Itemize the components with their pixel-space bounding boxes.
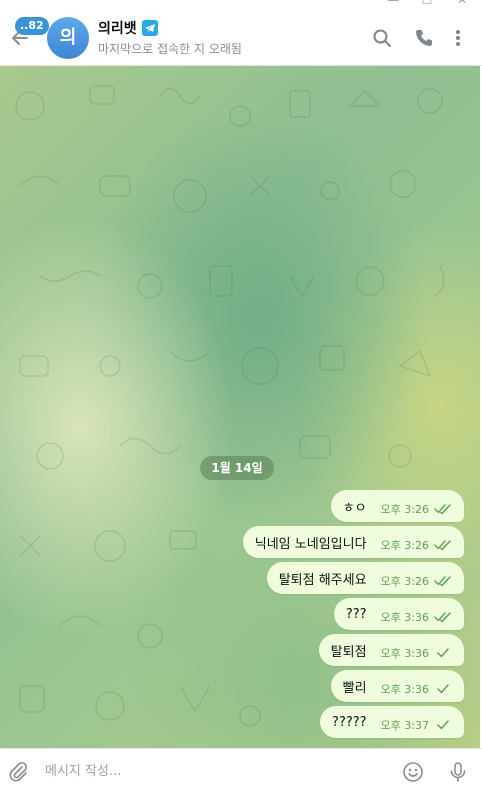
double-check-icon <box>434 540 451 551</box>
message-time: 오후 3:36 <box>380 611 429 624</box>
single-check-icon <box>437 684 449 694</box>
telegram-icon <box>141 20 158 36</box>
close-button[interactable]: ✕ <box>455 0 469 7</box>
last-seen-status: 마지막으로 접속한 지 오래됨 <box>98 42 242 56</box>
message-text: 탈퇴점 해주세요 <box>278 572 367 588</box>
message-bubble[interactable]: ????? 오후 3:37 <box>320 706 464 738</box>
date-separator: 1월 14일 <box>200 456 274 480</box>
double-check-icon <box>434 576 451 587</box>
message-composer <box>0 748 482 792</box>
more-vertical-icon[interactable] <box>448 28 468 48</box>
message-bubble[interactable]: 탈퇴점 오후 3:36 <box>318 634 464 666</box>
message-bubble[interactable]: 닉네임 노네임입니다 오후 3:26 <box>242 526 464 558</box>
phone-icon[interactable] <box>414 28 434 48</box>
double-check-icon <box>434 612 451 623</box>
message-time: 오후 3:36 <box>380 683 429 696</box>
message-meta: 오후 3:26 <box>381 567 452 589</box>
double-check-icon <box>434 504 451 515</box>
emoji-icon[interactable] <box>402 761 424 783</box>
message-time: 오후 3:26 <box>380 503 429 516</box>
search-icon[interactable] <box>372 28 392 48</box>
single-check-icon <box>437 648 449 658</box>
message-meta: 오후 3:36 <box>381 639 452 661</box>
message-meta: 오후 3:36 <box>381 603 452 625</box>
paperclip-icon[interactable] <box>7 761 29 783</box>
message-bubble[interactable]: ??? 오후 3:36 <box>333 598 464 630</box>
single-check-icon <box>437 720 449 730</box>
window-titlebar: — ☐ ✕ <box>0 0 482 10</box>
unread-count-badge: ..82 <box>15 17 49 35</box>
message-text: ????? <box>332 714 367 730</box>
chat-header: ..82 의 의리뱃 마지막으로 접속한 지 오래됨 <box>0 10 482 66</box>
message-text: 빨리 <box>342 680 367 696</box>
message-text: ㅎㅇ <box>342 500 367 516</box>
message-text: ??? <box>345 606 367 622</box>
message-bubble[interactable]: 탈퇴점 해주세요 오후 3:26 <box>266 562 464 594</box>
chat-title: 의리뱃 <box>98 21 137 37</box>
message-meta: 오후 3:26 <box>381 495 452 517</box>
message-input[interactable] <box>45 760 385 782</box>
message-time: 오후 3:37 <box>380 719 429 732</box>
message-text: 탈퇴점 <box>330 644 367 660</box>
message-time: 오후 3:26 <box>380 575 429 588</box>
chat-title-row[interactable]: 의리뱃 <box>98 18 158 38</box>
message-time: 오후 3:26 <box>380 539 429 552</box>
message-bubble[interactable]: ㅎㅇ 오후 3:26 <box>330 490 464 522</box>
message-time: 오후 3:36 <box>380 647 429 660</box>
message-meta: 오후 3:37 <box>381 711 452 733</box>
microphone-icon[interactable] <box>447 761 469 783</box>
message-bubble[interactable]: 빨리 오후 3:36 <box>330 670 464 702</box>
message-meta: 오후 3:26 <box>381 531 452 553</box>
minimize-button[interactable]: — <box>386 0 400 7</box>
message-meta: 오후 3:36 <box>381 675 452 697</box>
avatar[interactable]: 의 <box>47 17 89 59</box>
chat-background[interactable]: 1월 14일 ㅎㅇ 오후 3:26 닉네임 노네임입니다 오후 3:26 탈퇴점… <box>0 66 480 748</box>
message-text: 닉네임 노네임입니다 <box>254 536 367 552</box>
maximize-button[interactable]: ☐ <box>420 0 434 7</box>
